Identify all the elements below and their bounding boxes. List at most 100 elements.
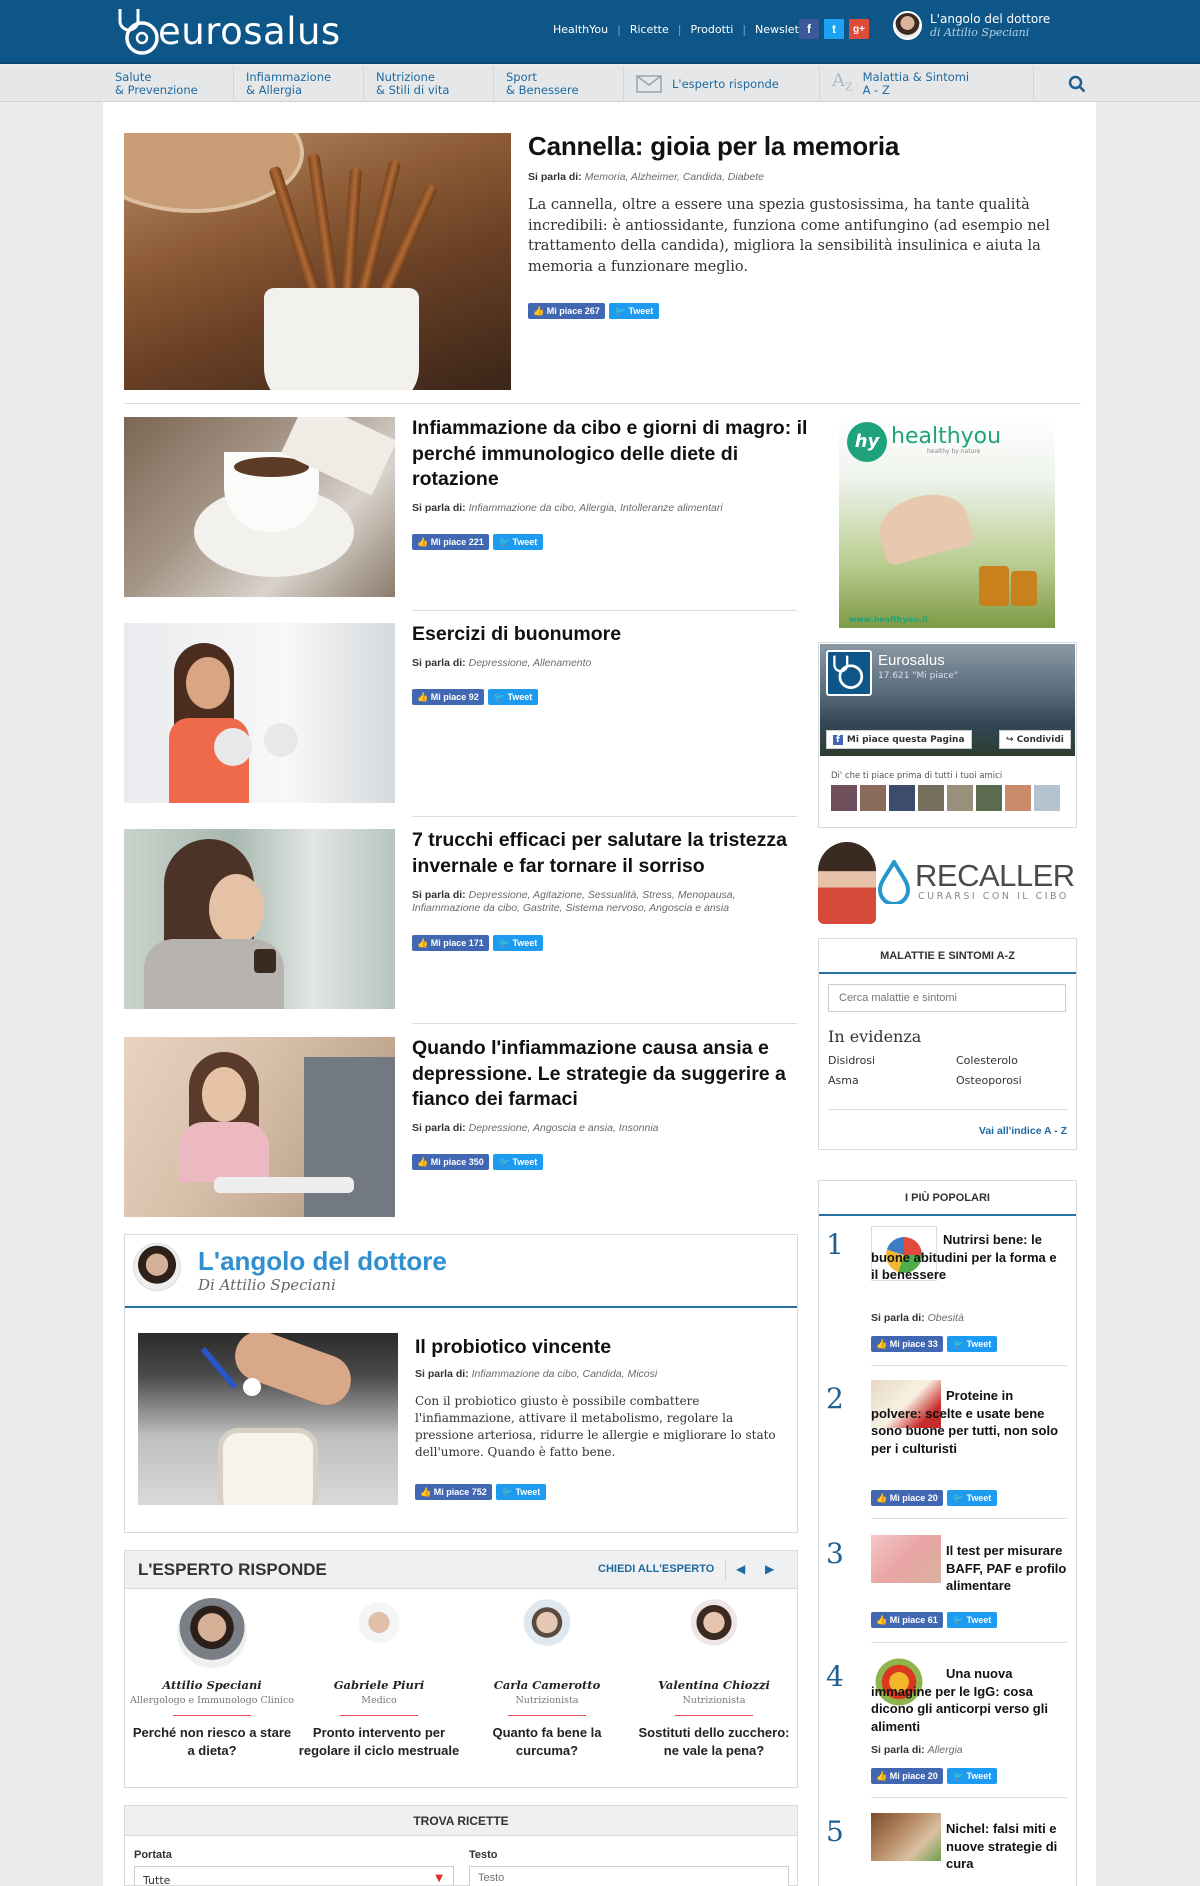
expert-question[interactable]: Quanto fa bene la curcuma? <box>464 1724 630 1760</box>
article-title[interactable]: Il probiotico vincente <box>415 1335 815 1361</box>
eurosalus-logo[interactable]: eurosalus <box>112 6 341 56</box>
ask-expert-link[interactable]: CHIEDI ALL'ESPERTO <box>598 1563 714 1575</box>
popular-title-text[interactable]: Il test per misurare BAFF, PAF e profilo… <box>946 1542 1068 1595</box>
top-link-prodotti[interactable]: Prodotti <box>690 23 733 36</box>
facebook-icon[interactable]: f <box>799 19 819 39</box>
popular-title-text[interactable]: Nichel: falsi miti e nuove strategie di … <box>946 1820 1068 1873</box>
hero-image[interactable] <box>124 133 511 390</box>
az-icon: AZ <box>832 70 853 94</box>
twitter-icon[interactable]: t <box>824 19 844 39</box>
nav-item-salute[interactable]: Salute & Prevenzione <box>103 66 234 102</box>
doctor-box-title[interactable]: L'angolo del dottore <box>198 1246 447 1277</box>
testo-input[interactable] <box>469 1866 789 1886</box>
tweet-button[interactable]: 🐦 Tweet <box>946 1336 998 1352</box>
popular-item[interactable]: 3 Il test per misurare BAFF, PAF e profi… <box>826 1533 1068 1633</box>
expert-card[interactable]: Valentina Chiozzi Nutrizionista Sostitut… <box>631 1598 797 1760</box>
divider <box>412 1023 797 1024</box>
top-link-ricette[interactable]: Ricette <box>630 23 669 36</box>
az-link-colesterolo[interactable]: Colesterolo <box>956 1054 1018 1067</box>
article-image[interactable] <box>124 623 395 803</box>
divider <box>124 403 1081 404</box>
az-link-osteoporosi[interactable]: Osteoporosi <box>956 1074 1022 1087</box>
search-button[interactable] <box>1034 66 1096 102</box>
like-button[interactable]: 👍 Mi piace 267 <box>528 303 605 319</box>
az-link-disidrosi[interactable]: Disidrosi <box>828 1054 875 1067</box>
article-image[interactable] <box>124 417 395 597</box>
popular-item[interactable]: 4 Una nuova immagine per le IgG: cosa di… <box>826 1656 1068 1784</box>
nav-item-esperto[interactable]: L'esperto risponde <box>624 66 820 102</box>
fb-like-page-button[interactable]: f Mi piace questa Pagina <box>826 730 972 749</box>
top-header: eurosalus HealthYou | Ricette | Prodotti | … <box>0 0 1200 64</box>
portata-label: Portata <box>134 1849 172 1861</box>
like-button[interactable]: 👍 Mi piace 61 <box>871 1612 943 1628</box>
portata-select[interactable]: Tutte ▼ <box>134 1866 454 1886</box>
expert-photo <box>679 1598 749 1668</box>
popular-rank: 5 <box>826 1815 844 1848</box>
popular-title-text[interactable]: Una nuova immagine per le IgG: cosa dico… <box>871 1665 1068 1735</box>
recaller-ad[interactable]: RECALLER CURARSI CON IL CIBO <box>818 840 1078 924</box>
article-image[interactable] <box>138 1333 398 1505</box>
like-button[interactable]: 👍 Mi piace 92 <box>412 689 484 705</box>
expert-question[interactable]: Perché non riesco a stare a dieta? <box>129 1724 295 1760</box>
expert-photo <box>344 1598 414 1668</box>
healthyou-url: www.healthyou.it <box>849 615 929 624</box>
nav-item-nutrizione[interactable]: Nutrizione & Stili di vita <box>364 66 494 102</box>
eurosalus-fb-avatar <box>826 650 872 696</box>
expert-card[interactable]: Carla Camerotto Nutrizionista Quanto fa … <box>464 1598 630 1760</box>
popular-item[interactable]: 2 Proteine in polvere: scelte e usate be… <box>826 1378 1068 1512</box>
popular-item[interactable]: 1 Nutrirsi bene: le buone abitudini per … <box>826 1224 1068 1360</box>
fb-page-name[interactable]: Eurosalus <box>878 652 945 669</box>
article-image[interactable] <box>124 1037 395 1217</box>
tweet-button[interactable]: 🐦 Tweet <box>495 1484 547 1500</box>
article-title[interactable]: Quando l'infiammazione causa ansia e dep… <box>412 1036 812 1113</box>
fb-share-button[interactable]: ↪ Condividi <box>999 730 1071 749</box>
tweet-button[interactable]: 🐦 Tweet <box>487 689 539 705</box>
article-image[interactable] <box>124 829 395 1009</box>
prev-arrow-icon[interactable]: ◀ <box>736 1562 745 1576</box>
search-icon <box>1068 75 1086 93</box>
az-index-link[interactable]: Vai all'indice A - Z <box>979 1125 1067 1137</box>
google-plus-icon[interactable]: g+ <box>849 19 869 39</box>
like-button[interactable]: 👍 Mi piace 33 <box>871 1336 943 1352</box>
expert-question[interactable]: Sostituti dello zucchero: ne vale la pen… <box>631 1724 797 1760</box>
article-title[interactable]: Esercizi di buonumore <box>412 622 812 648</box>
hero-tags: Si parla di: Memoria, Alzheimer, Candida… <box>528 171 764 183</box>
article-tags: Si parla di: Depressione, Angoscia e ans… <box>412 1122 659 1134</box>
popular-title-text[interactable]: Nutrirsi bene: le buone abitudini per la… <box>871 1231 1066 1284</box>
expert-card[interactable]: Gabriele Piuri Medico Pronto intervento … <box>296 1598 462 1760</box>
tweet-button[interactable]: 🐦 Tweet <box>492 1154 544 1170</box>
expert-card[interactable]: Attilio Speciani Allergologo e Immunolog… <box>129 1598 295 1760</box>
expert-photo <box>512 1598 582 1668</box>
like-button[interactable]: 👍 Mi piace 20 <box>871 1768 943 1784</box>
popular-item[interactable]: 5 Nichel: falsi miti e nuove strategie d… <box>826 1811 1068 1886</box>
nav-item-sport[interactable]: Sport & Benessere <box>494 66 624 102</box>
next-arrow-icon[interactable]: ▶ <box>765 1562 774 1576</box>
az-box-title: MALATTIE E SINTOMI A-Z <box>819 939 1076 974</box>
article-title[interactable]: Infiammazione da cibo e giorni di magro:… <box>412 416 812 493</box>
like-button[interactable]: 👍 Mi piace 20 <box>871 1490 943 1506</box>
envelope-icon <box>636 75 662 93</box>
like-button[interactable]: 👍 Mi piace 221 <box>412 534 489 550</box>
tweet-button[interactable]: 🐦 Tweet <box>946 1768 998 1784</box>
tweet-button[interactable]: 🐦 Tweet <box>946 1490 998 1506</box>
healthyou-ad[interactable]: hy healthyou healthy by nature www.healt… <box>839 416 1055 628</box>
expert-box-title: L'ESPERTO RISPONDE <box>138 1560 327 1579</box>
tweet-button[interactable]: 🐦 Tweet <box>946 1612 998 1628</box>
like-button[interactable]: 👍 Mi piace 350 <box>412 1154 489 1170</box>
tweet-button[interactable]: 🐦 Tweet <box>492 935 544 951</box>
nav-item-az[interactable]: AZ Malattia & Sintomi A - Z <box>820 66 1034 102</box>
like-button[interactable]: 👍 Mi piace 171 <box>412 935 489 951</box>
az-search-input[interactable] <box>828 984 1066 1012</box>
tweet-button[interactable]: 🐦 Tweet <box>492 534 544 550</box>
social-links: f t g+ <box>799 19 869 39</box>
az-link-asma[interactable]: Asma <box>828 1074 859 1087</box>
nav-item-infiammazione[interactable]: Infiammazione & Allergia <box>234 66 364 102</box>
popular-title-text[interactable]: Proteine in polvere: scelte e usate bene… <box>871 1387 1066 1457</box>
expert-question[interactable]: Pronto intervento per regolare il ciclo … <box>296 1724 462 1760</box>
tweet-button[interactable]: 🐦 Tweet <box>608 303 660 319</box>
article-title[interactable]: 7 trucchi efficaci per salutare la trist… <box>412 828 812 879</box>
top-link-healthyou[interactable]: HealthYou <box>553 23 608 36</box>
hero-title[interactable]: Cannella: gioia per la memoria <box>528 131 899 162</box>
like-button[interactable]: 👍 Mi piace 752 <box>415 1484 492 1500</box>
doctor-corner-link[interactable]: L'angolo del dottore di Attilio Speciani <box>893 11 1050 40</box>
